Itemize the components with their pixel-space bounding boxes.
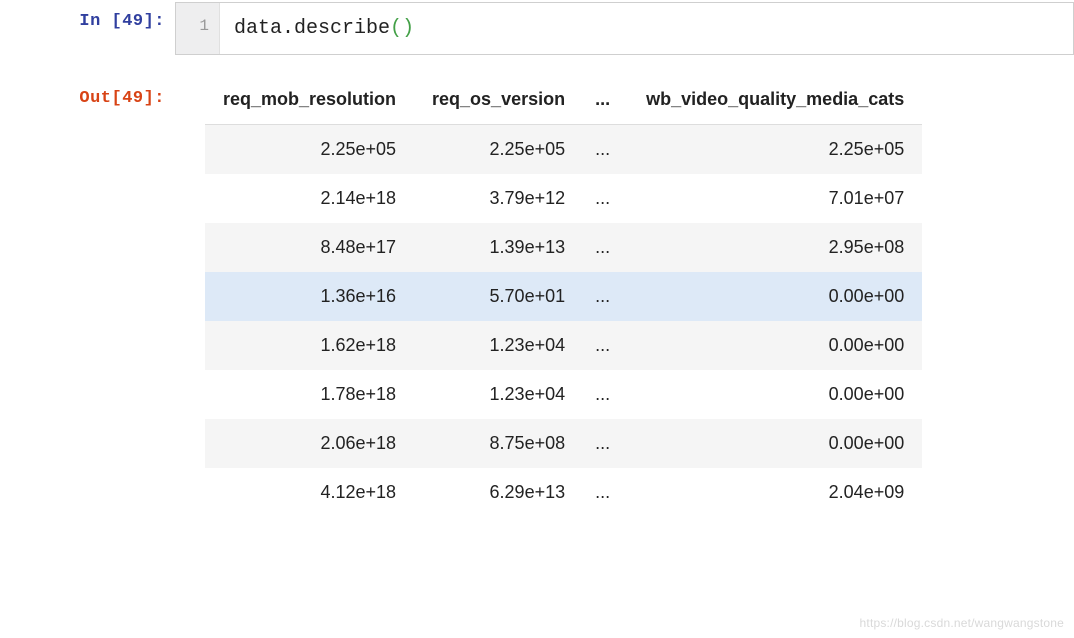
cell-value: 5.70e+01 [414, 272, 583, 321]
out-prompt: Out[49]: [0, 77, 175, 517]
table-row: 2.06e+18 8.75e+08 ... 0.00e+00 [205, 419, 922, 468]
in-num: 49 [122, 12, 143, 31]
table-row: 1.62e+18 1.23e+04 ... 0.00e+00 [205, 321, 922, 370]
cell-value: 2.14e+18 [205, 174, 414, 223]
out-num: 49 [122, 89, 143, 108]
cell-ellipsis: ... [583, 272, 628, 321]
code-method: describe [294, 17, 390, 40]
table-row: 8.48e+17 1.39e+13 ... 2.95e+08 [205, 223, 922, 272]
in-prefix: In [ [79, 12, 122, 31]
table-row: 2.14e+18 3.79e+12 ... 7.01e+07 [205, 174, 922, 223]
cell-ellipsis: ... [583, 468, 628, 517]
cell-ellipsis: ... [583, 370, 628, 419]
cell-value: 1.23e+04 [414, 321, 583, 370]
cell-value: 4.12e+18 [205, 468, 414, 517]
cell-ellipsis: ... [583, 321, 628, 370]
cell-ellipsis: ... [583, 125, 628, 175]
cell-value: 2.25e+05 [414, 125, 583, 175]
col-header: req_os_version [414, 79, 583, 125]
cell-value: 2.04e+09 [628, 468, 922, 517]
table-header-row: req_mob_resolution req_os_version ... wb… [205, 79, 922, 125]
paren-open: ( [390, 17, 402, 40]
cell-ellipsis: ... [583, 223, 628, 272]
cell-value: 0.00e+00 [628, 272, 922, 321]
cell-value: 0.00e+00 [628, 370, 922, 419]
table-body: 2.25e+05 2.25e+05 ... 2.25e+05 2.14e+18 … [205, 125, 922, 518]
code-obj: data [234, 17, 282, 40]
col-header-ellipsis: ... [583, 79, 628, 125]
col-header: req_mob_resolution [205, 79, 414, 125]
line-number: 1 [199, 17, 209, 35]
cell-value: 2.25e+05 [628, 125, 922, 175]
cell-value: 1.36e+16 [205, 272, 414, 321]
cell-value: 8.75e+08 [414, 419, 583, 468]
table-row: 1.36e+16 5.70e+01 ... 0.00e+00 [205, 272, 922, 321]
paren-close: ) [402, 17, 414, 40]
table-row: 4.12e+18 6.29e+13 ... 2.04e+09 [205, 468, 922, 517]
cell-value: 3.79e+12 [414, 174, 583, 223]
cell-value: 7.01e+07 [628, 174, 922, 223]
cell-value: 2.95e+08 [628, 223, 922, 272]
code-dot: . [282, 17, 294, 40]
cell-value: 0.00e+00 [628, 321, 922, 370]
out-suffix: ]: [144, 89, 165, 108]
cell-ellipsis: ... [583, 419, 628, 468]
cell-value: 1.23e+04 [414, 370, 583, 419]
cell-value: 1.62e+18 [205, 321, 414, 370]
cell-value: 8.48e+17 [205, 223, 414, 272]
table-row: 1.78e+18 1.23e+04 ... 0.00e+00 [205, 370, 922, 419]
out-prefix: Out[ [79, 89, 122, 108]
code-editor[interactable]: data.describe() [220, 3, 1073, 54]
col-header: wb_video_quality_media_cats [628, 79, 922, 125]
cell-value: 2.06e+18 [205, 419, 414, 468]
watermark: https://blog.csdn.net/wangwangstone [860, 616, 1064, 630]
table-row: 2.25e+05 2.25e+05 ... 2.25e+05 [205, 125, 922, 175]
output-cell: Out[49]: req_mob_resolution req_os_versi… [0, 77, 1074, 517]
cell-value: 1.39e+13 [414, 223, 583, 272]
cell-value: 0.00e+00 [628, 419, 922, 468]
code-cell[interactable]: 1 data.describe() [175, 2, 1074, 55]
in-prompt: In [49]: [0, 0, 175, 55]
cell-value: 2.25e+05 [205, 125, 414, 175]
cell-ellipsis: ... [583, 174, 628, 223]
dataframe-table: req_mob_resolution req_os_version ... wb… [205, 79, 922, 517]
input-cell: In [49]: 1 data.describe() [0, 0, 1074, 55]
cell-value: 6.29e+13 [414, 468, 583, 517]
in-suffix: ]: [144, 12, 165, 31]
output-content: req_mob_resolution req_os_version ... wb… [175, 77, 1074, 517]
line-gutter: 1 [176, 3, 220, 54]
cell-value: 1.78e+18 [205, 370, 414, 419]
